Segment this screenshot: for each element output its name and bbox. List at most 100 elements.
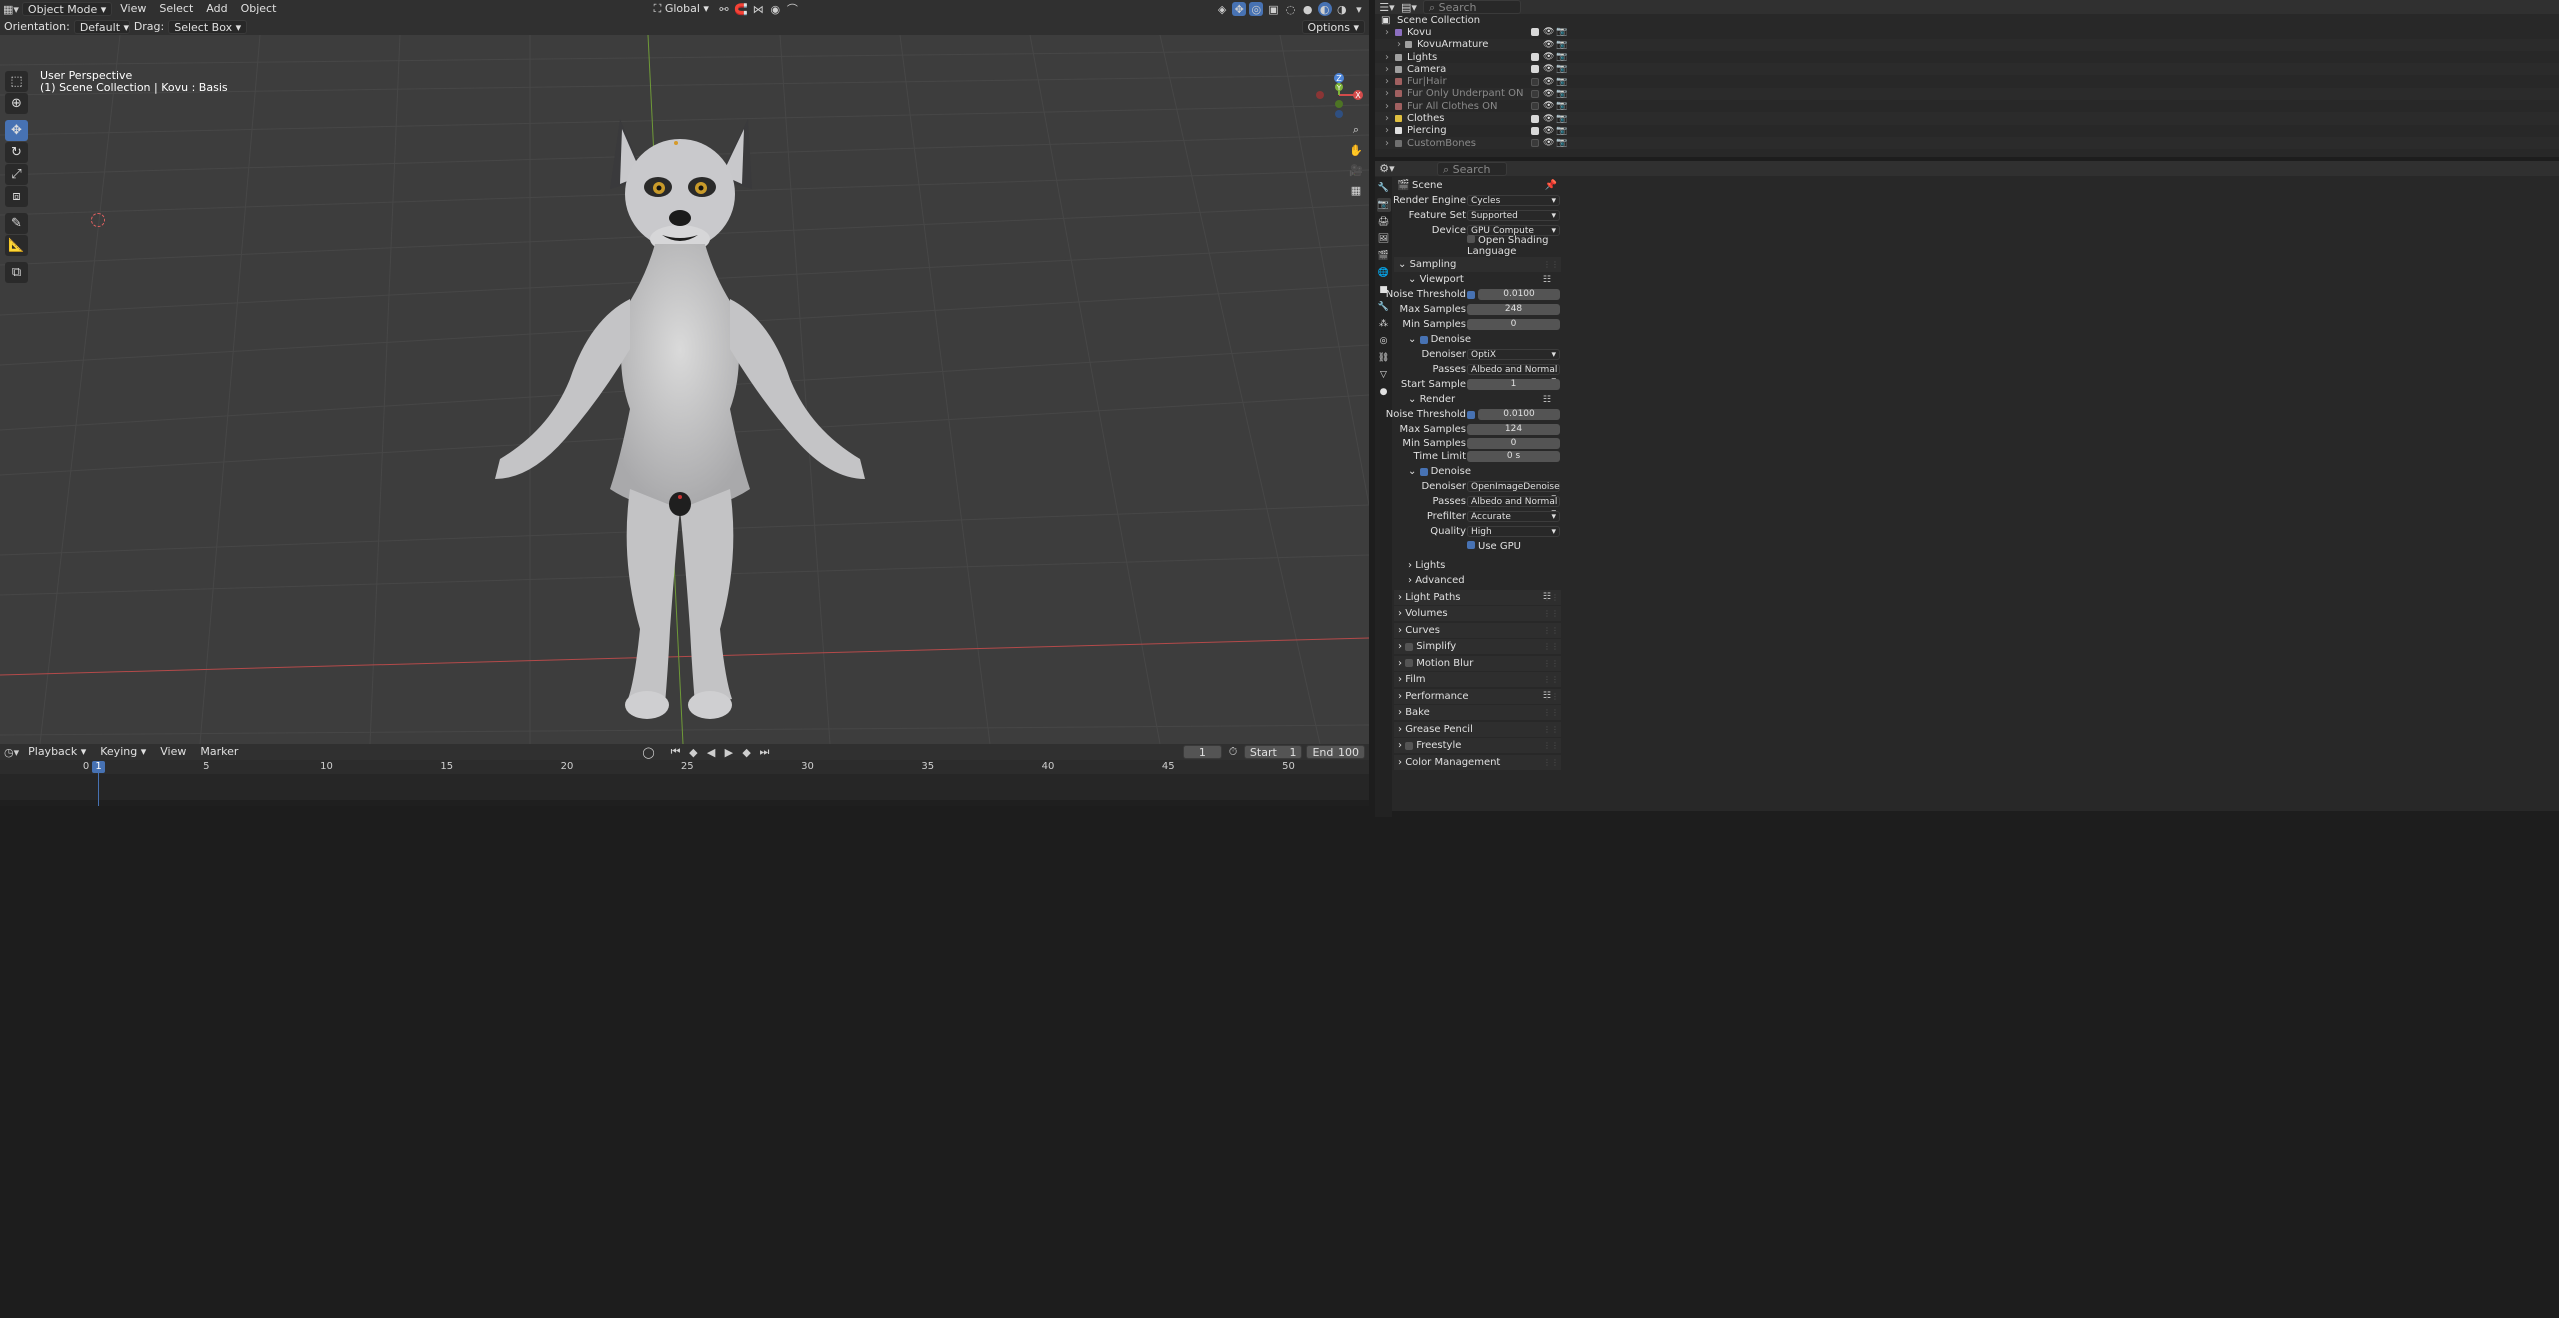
drag-handle-icon[interactable]: ⋮⋮	[1543, 675, 1559, 684]
current-frame-field[interactable]: 1	[1182, 745, 1223, 759]
jump-end-icon[interactable]: ⏭	[758, 745, 772, 759]
use-gpu-checkbox[interactable]: Use GPU	[1467, 541, 1521, 552]
drag-handle-icon[interactable]: ⋮⋮	[1543, 758, 1559, 767]
render-camera-icon[interactable]: 📷	[1556, 138, 1567, 148]
panel-header[interactable]: › Curves ⋮⋮	[1394, 622, 1561, 638]
panel-header[interactable]: › Film ⋮⋮	[1394, 672, 1561, 687]
drag-handle-icon[interactable]: ⋮⋮	[1543, 692, 1559, 701]
shading-material-icon[interactable]: ◐	[1317, 2, 1332, 16]
r-max-field[interactable]: 124	[1467, 424, 1560, 435]
snap-target-icon[interactable]: ⋈	[751, 2, 765, 16]
end-frame-field[interactable]: End 100	[1306, 745, 1365, 759]
render-camera-icon[interactable]: 📷	[1556, 64, 1567, 74]
visibility-icon[interactable]: ◈	[1215, 2, 1229, 16]
options-dropdown[interactable]: Options ▾	[1301, 19, 1365, 34]
clock-editor-icon[interactable]: ◷▾	[4, 745, 19, 759]
osl-checkbox[interactable]: Open Shading Language	[1467, 234, 1561, 257]
playback-menu[interactable]: Playback ▾	[23, 745, 91, 759]
overlay-icon[interactable]: ◎	[1249, 2, 1264, 16]
exclude-checkbox[interactable]	[1531, 139, 1539, 148]
pin-icon[interactable]: 📌	[1545, 180, 1557, 191]
render-preset-list-icon[interactable]: ☷	[1543, 395, 1551, 405]
render-camera-icon[interactable]: 📷	[1556, 52, 1567, 62]
stopwatch-icon[interactable]: ⏱	[1226, 745, 1240, 759]
annotate-icon[interactable]: ✎	[5, 213, 28, 234]
outliner-item[interactable]: › KovuArmature 👁 📷	[1375, 38, 2559, 51]
expand-arrow-icon[interactable]: ›	[1385, 88, 1389, 99]
falloff-icon[interactable]: ⌒	[785, 2, 799, 16]
outliner-scene-collection[interactable]: ▣ Scene Collection	[1375, 14, 2559, 26]
outliner-item[interactable]: › Kovu 👁 📷	[1375, 26, 2559, 38]
properties-search-input[interactable]: ⌕ Search	[1437, 161, 1507, 176]
visibility-eye-icon[interactable]: 👁	[1543, 101, 1554, 111]
world-tab-icon[interactable]: 🌐	[1377, 266, 1391, 280]
outliner-editor-icon[interactable]: ☰▾	[1379, 0, 1395, 14]
outliner-search-input[interactable]: ⌕ Search	[1423, 0, 1521, 14]
r-prefilter-dropdown[interactable]: Accurate ▾	[1467, 511, 1560, 522]
vp-max-field[interactable]: 248	[1467, 304, 1560, 315]
jump-start-icon[interactable]: ⏮	[669, 745, 683, 759]
visibility-eye-icon[interactable]: 👁	[1543, 40, 1554, 50]
material-tab-icon[interactable]: ●	[1377, 385, 1391, 399]
drag-handle-icon[interactable]: ⋮⋮	[1543, 593, 1559, 602]
r-passes-dropdown[interactable]: Albedo and Normal▾	[1467, 496, 1560, 518]
r-noise-field[interactable]: 0.0100	[1478, 409, 1560, 420]
transform-orientation-dropdown[interactable]: ⛶ Global ▾	[649, 2, 714, 16]
measure-icon[interactable]: 📐	[5, 235, 28, 256]
view-layer-tab-icon[interactable]: 🖼	[1377, 232, 1391, 246]
menu-add[interactable]: Add	[201, 2, 232, 16]
camera-view-icon[interactable]: 🎥	[1347, 161, 1365, 179]
data-tab-icon[interactable]: ▽	[1377, 368, 1391, 382]
outliner-item[interactable]: › Camera 👁 📷	[1375, 63, 2559, 76]
panel-header[interactable]: › Grease Pencil ⋮⋮	[1394, 721, 1561, 737]
expand-arrow-icon[interactable]: ›	[1385, 76, 1389, 87]
drag-handle-icon[interactable]: ⋮⋮	[1543, 741, 1559, 750]
exclude-checkbox[interactable]	[1531, 65, 1539, 74]
outliner-item[interactable]: › CustomBones 👁 📷	[1375, 136, 2559, 150]
drag-handle-icon[interactable]: ⋮⋮	[1543, 609, 1559, 618]
render-subpanel[interactable]: ⌄ Render ☷	[1394, 392, 1561, 407]
menu-view[interactable]: View	[115, 2, 151, 16]
drag-handle-icon[interactable]: ⋮⋮	[1543, 708, 1559, 717]
vp-noise-field[interactable]: 0.0100	[1478, 289, 1560, 300]
keying-menu[interactable]: Keying ▾	[95, 745, 151, 759]
transform-icon[interactable]: ⧈	[5, 186, 28, 207]
cursor-icon[interactable]: ⊕	[5, 93, 28, 114]
orientation-dropdown[interactable]: Default ▾	[73, 19, 130, 34]
drag-handle-icon[interactable]: ⋮⋮	[1543, 626, 1559, 635]
r-quality-dropdown[interactable]: High ▾	[1467, 526, 1560, 537]
timeline-ruler[interactable]: -505101520253035404550556065707580859095…	[0, 760, 2501, 774]
vp-noise-checkbox[interactable]	[1467, 290, 1475, 299]
visibility-eye-icon[interactable]: 👁	[1543, 138, 1554, 148]
panel-header[interactable]: › Color Management ⋮⋮	[1394, 754, 1561, 770]
zoom-icon[interactable]: ⌕	[1347, 121, 1365, 139]
visibility-eye-icon[interactable]: 👁	[1543, 64, 1554, 74]
mode-dropdown[interactable]: Object Mode ▾	[21, 2, 113, 16]
pan-hand-icon[interactable]: ✋	[1347, 141, 1365, 159]
vp-start-sample-field[interactable]: 1	[1467, 379, 1560, 390]
scene-tab-icon[interactable]: 🎬	[1377, 249, 1391, 263]
display-mode-icon[interactable]: ▤▾	[1401, 0, 1417, 14]
vp-min-field[interactable]: 0	[1467, 319, 1560, 330]
constraints-tab-icon[interactable]: ⛓	[1377, 351, 1391, 365]
render-camera-icon[interactable]: 📷	[1556, 40, 1567, 50]
vp-denoise-subpanel[interactable]: ⌄ Denoise	[1394, 332, 1561, 347]
r-noise-checkbox[interactable]	[1467, 410, 1475, 419]
snap-icon[interactable]: 🧲	[734, 2, 748, 16]
outliner-item[interactable]: › Fur All Clothes ON 👁 📷	[1375, 100, 2559, 112]
outliner-item[interactable]: › Fur Only Underpant ON 👁 📷	[1375, 87, 2559, 101]
physics-tab-icon[interactable]: ◎	[1377, 334, 1391, 348]
playhead[interactable]: 1	[92, 761, 105, 773]
visibility-eye-icon[interactable]: 👁	[1543, 126, 1554, 136]
render-camera-icon[interactable]: 📷	[1556, 77, 1567, 87]
panel-header[interactable]: › Light Paths ☷ ⋮⋮	[1394, 589, 1561, 605]
shading-solid-icon[interactable]: ●	[1301, 2, 1315, 16]
panel-header[interactable]: › Simplify ⋮⋮	[1394, 639, 1561, 654]
shading-wireframe-icon[interactable]: ◌	[1283, 2, 1297, 16]
viewport-subpanel[interactable]: ⌄ Viewport ☷	[1394, 272, 1561, 287]
scale-icon[interactable]: ⤢	[5, 164, 28, 185]
gizmo-icon[interactable]: ✥	[1232, 2, 1247, 16]
render-tab-icon[interactable]: 📷	[1376, 198, 1391, 212]
panel-header[interactable]: › Performance ☷ ⋮⋮	[1394, 688, 1561, 704]
feature-set-dropdown[interactable]: Supported ▾	[1467, 210, 1560, 221]
